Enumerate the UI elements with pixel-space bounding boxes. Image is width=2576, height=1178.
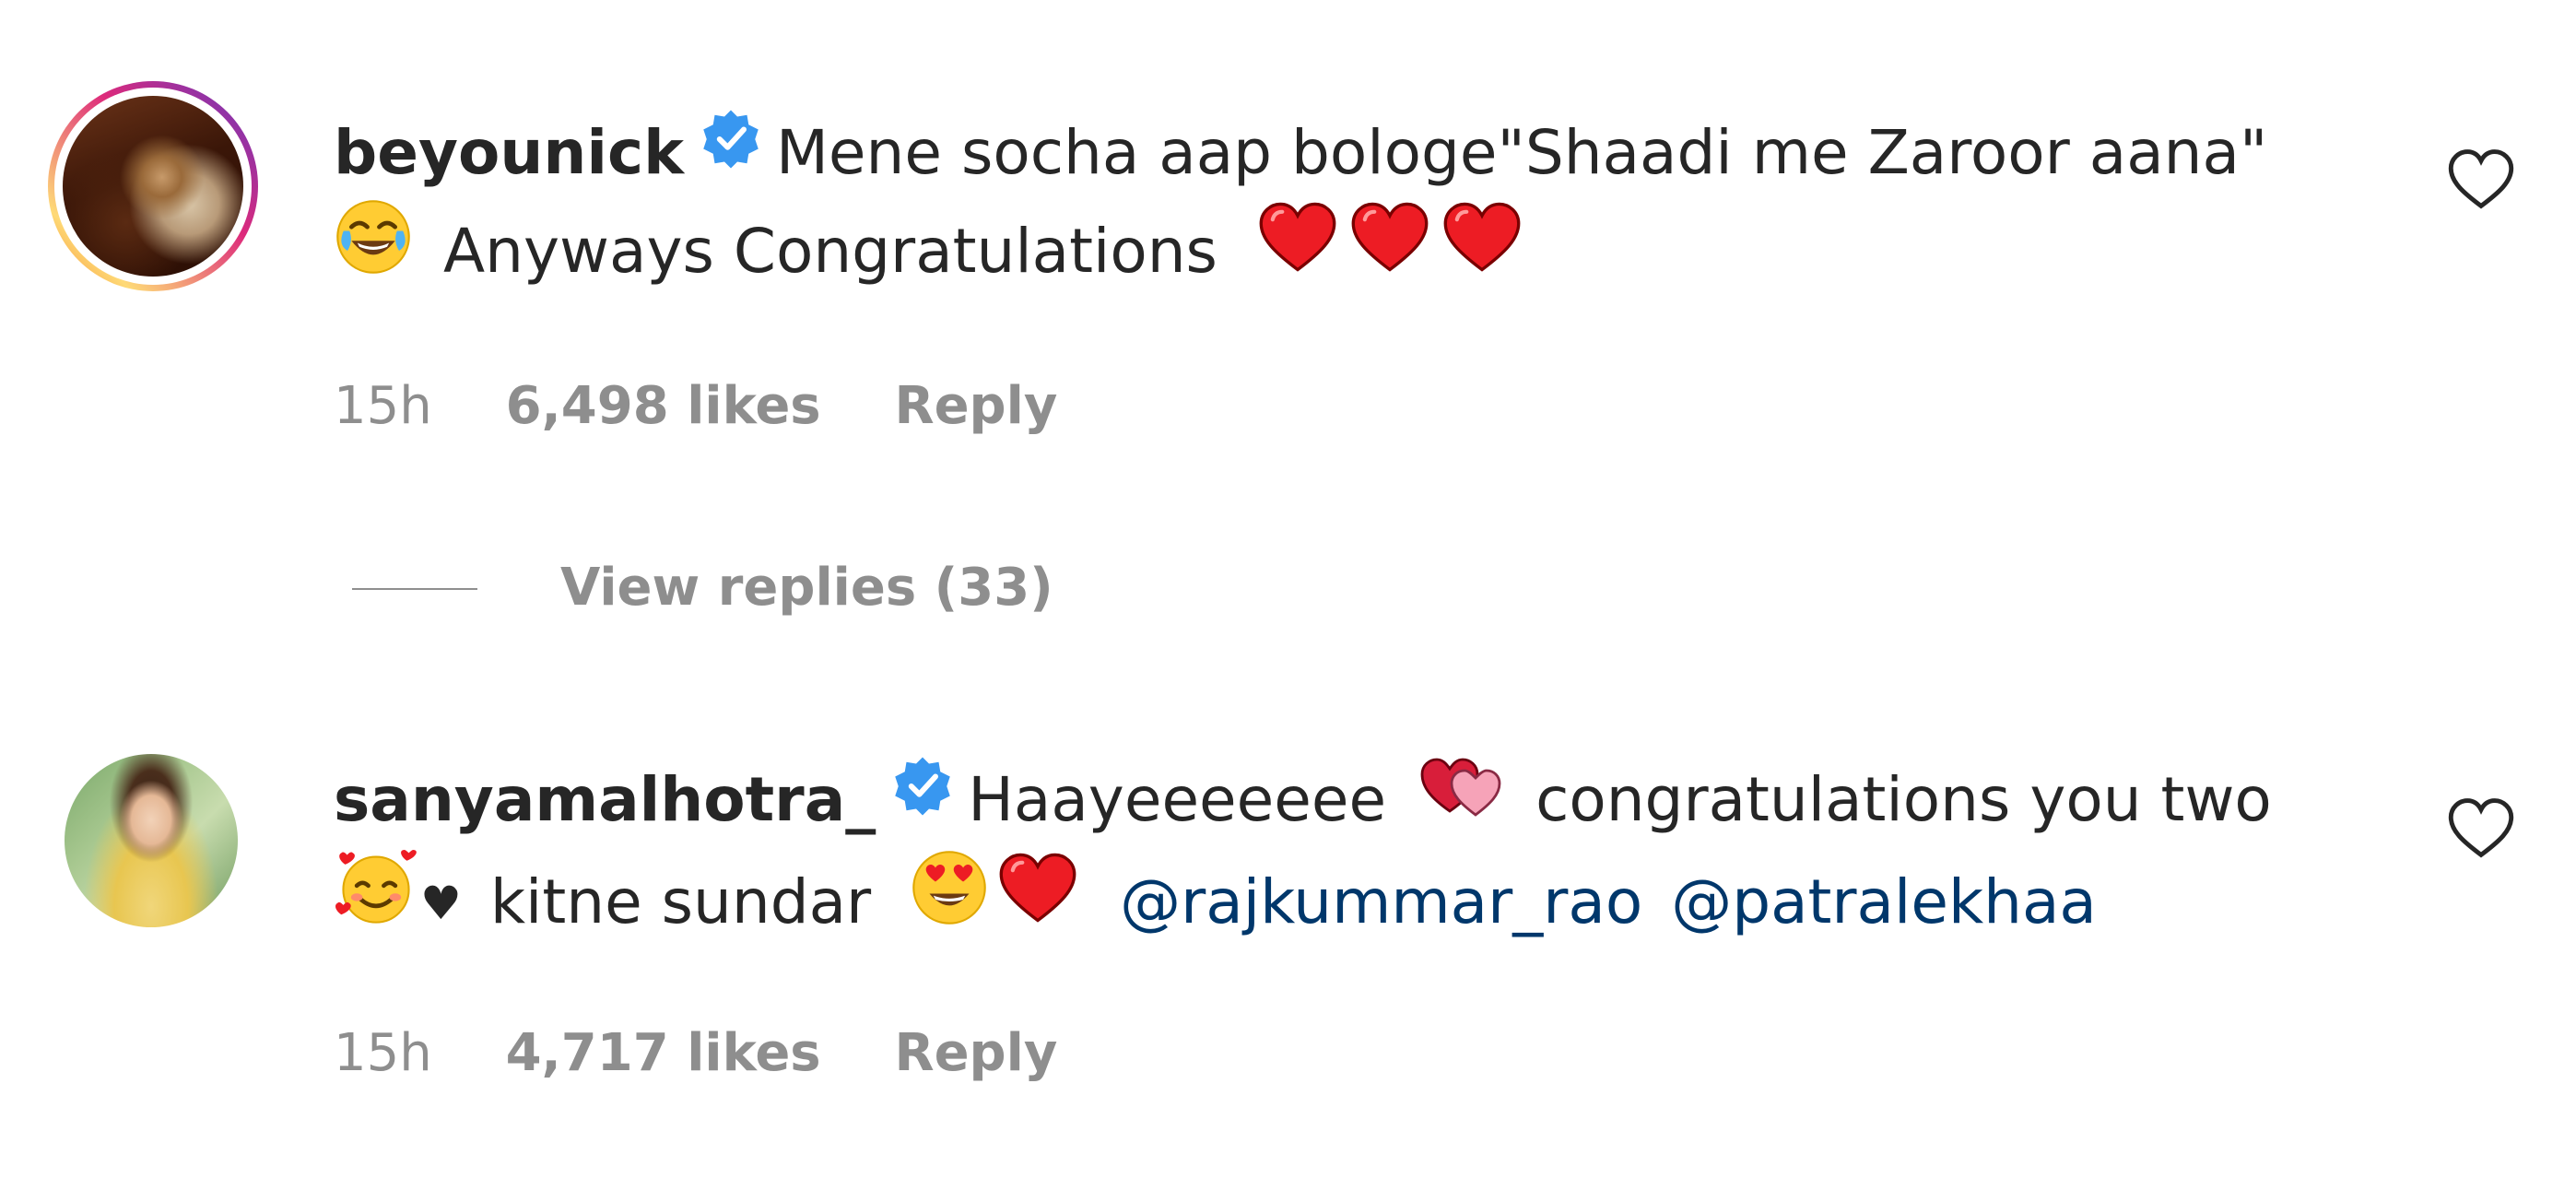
view-replies-divider [352, 588, 477, 590]
view-replies-label[interactable]: View replies (33) [560, 551, 1053, 625]
smiling-face-with-hearts-emoji [334, 848, 418, 953]
comment-line1-b: congratulations you two [1535, 764, 2272, 836]
comment-line1-a: Haayeeeeeee [968, 764, 1387, 836]
comment-line1: Mene socha aap bologe"Shaadi me Zaroor a… [775, 117, 2268, 188]
comment-meta: 15h 4,717 likes Reply [334, 1023, 1114, 1083]
comment-time[interactable]: 15h [334, 376, 432, 436]
verified-badge-icon [890, 752, 955, 844]
comment-likes[interactable]: 6,498 likes [506, 376, 821, 436]
heart-eyes-emoji [909, 848, 990, 953]
reply-button[interactable]: Reply [894, 376, 1057, 436]
like-heart-icon[interactable] [2444, 795, 2518, 861]
comment-line2: kitne sundar [489, 866, 872, 938]
comment-likes[interactable]: 4,717 likes [506, 1023, 821, 1083]
black-heart-suit-icon: ♥ [420, 877, 462, 931]
avatar-story-ring[interactable] [48, 81, 258, 291]
red-heart-emoji [1347, 197, 1432, 302]
verified-badge-icon [699, 105, 763, 197]
like-heart-icon[interactable] [2444, 146, 2518, 212]
comment-text: beyounick Mene socha aap bologe"Shaadi me… [334, 107, 2398, 308]
comment-line2: Anyways Congratulations [442, 216, 1217, 287]
joy-emoji [334, 197, 413, 302]
mention-link[interactable]: @rajkummar_rao [1120, 866, 1642, 937]
mention-link[interactable]: @patralekhaa [1671, 866, 2097, 937]
avatar[interactable] [63, 96, 243, 277]
reply-button[interactable]: Reply [894, 1023, 1057, 1083]
comment-meta: 15h 6,498 likes Reply [334, 376, 1114, 436]
comment-username[interactable]: sanyamalhotra_ [334, 764, 876, 835]
comment-username[interactable]: beyounick [334, 117, 684, 188]
avatar[interactable] [65, 754, 238, 927]
comment-text: sanyamalhotra_ Haayeeeeeee congratulation… [334, 754, 2398, 959]
red-heart-emoji [1255, 197, 1340, 302]
two-hearts-emoji [1417, 748, 1505, 848]
comment-time[interactable]: 15h [334, 1023, 432, 1083]
red-heart-emoji [995, 848, 1080, 953]
red-heart-emoji [1440, 197, 1524, 302]
